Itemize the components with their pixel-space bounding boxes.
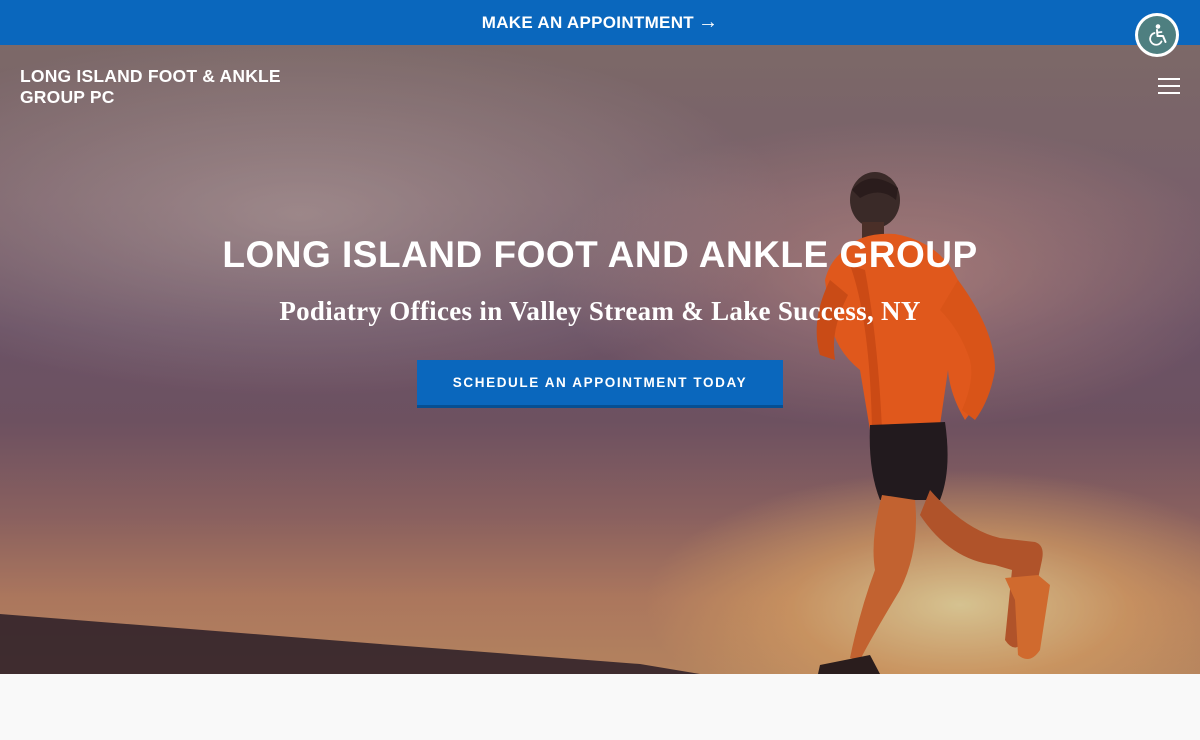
hamburger-menu-icon[interactable] — [1158, 78, 1180, 94]
arrow-right-icon: → — [697, 10, 719, 33]
hero-title: LONG ISLAND FOOT AND ANKLE GROUP — [222, 234, 978, 275]
hero-content: LONG ISLAND FOOT AND ANKLE GROUP Podiatr… — [0, 233, 1200, 408]
accessibility-icon — [1138, 16, 1176, 54]
make-appointment-label: MAKE AN APPOINTMENT — [481, 12, 694, 32]
page-content-section — [0, 674, 1200, 740]
top-appointment-bar: MAKE AN APPOINTMENT → — [0, 0, 1200, 45]
logo-line-2: GROUP PC — [20, 87, 115, 107]
logo-line-1: LONG ISLAND FOOT & ANKLE — [20, 66, 281, 86]
accessibility-button[interactable] — [1135, 13, 1179, 57]
hero-subtitle: Podiatry Offices in Valley Stream & Lake… — [279, 296, 921, 326]
make-appointment-link[interactable]: MAKE AN APPOINTMENT → — [481, 10, 719, 33]
site-logo[interactable]: LONG ISLAND FOOT & ANKLE GROUP PC — [20, 66, 320, 108]
schedule-appointment-button[interactable]: SCHEDULE AN APPOINTMENT TODAY — [417, 360, 783, 408]
